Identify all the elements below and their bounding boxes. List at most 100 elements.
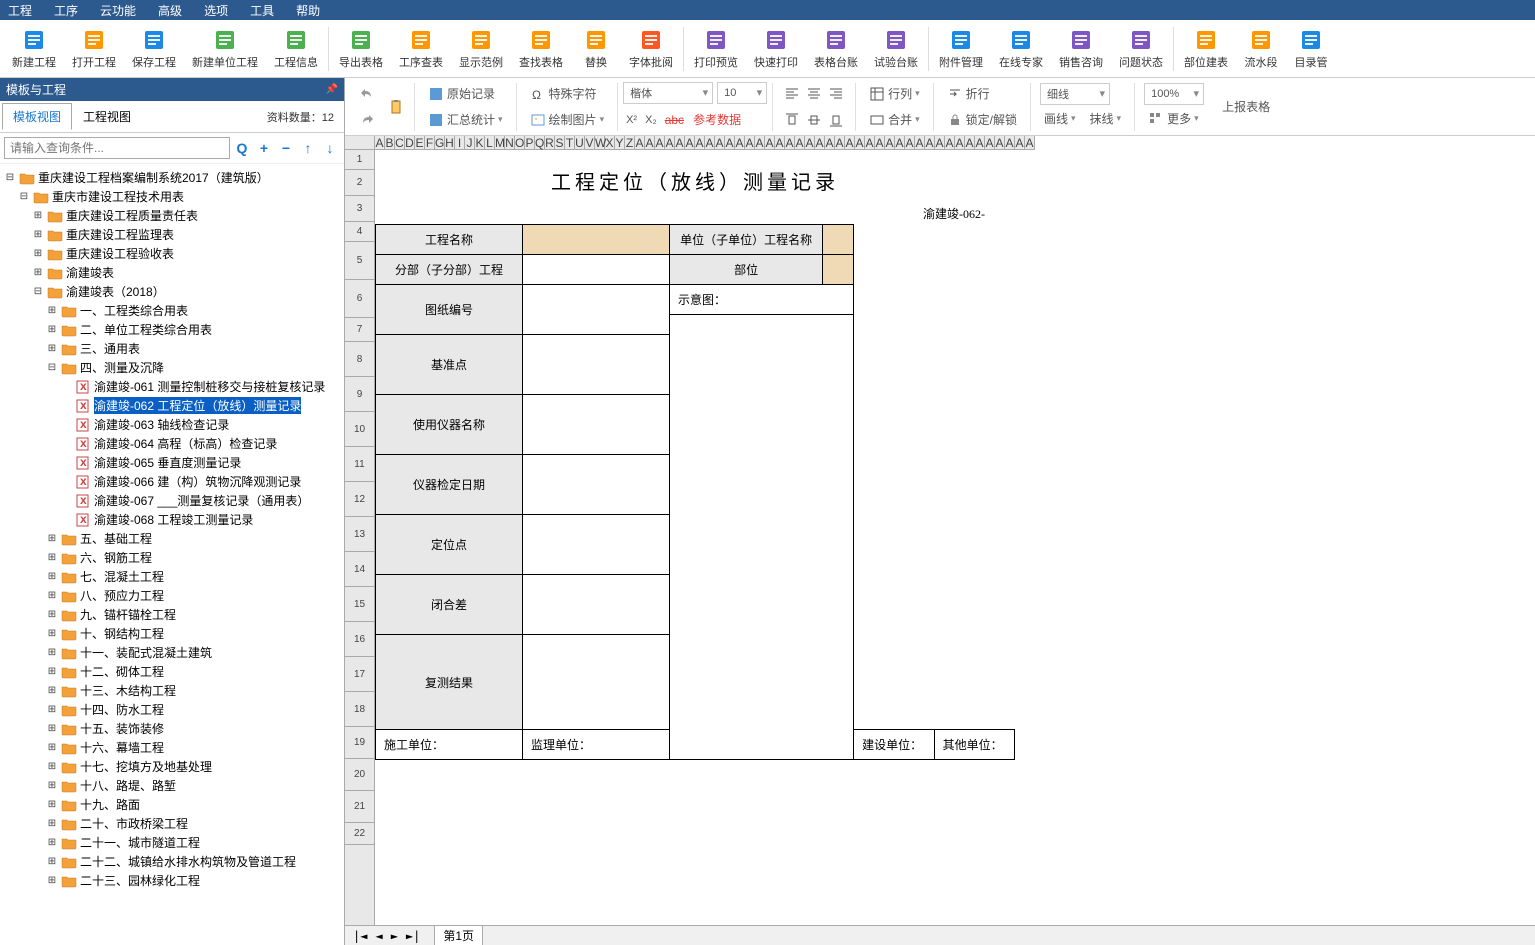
cell-datum[interactable]: 基准点	[376, 335, 523, 395]
export-table-button[interactable]: 导出表格	[331, 24, 391, 74]
dir-manage-button[interactable]: 目录管	[1286, 24, 1336, 74]
cell-retest-val[interactable]	[522, 635, 853, 730]
tree-c4[interactable]: ⊟四、测量及沉降	[0, 358, 344, 377]
tab-template[interactable]: 模板视图	[2, 103, 72, 130]
zoom-select[interactable]: 100%	[1144, 83, 1204, 105]
align-right-icon[interactable]	[826, 82, 846, 106]
tree-n1-5[interactable]: ⊟渝建竣表（2018）	[0, 282, 344, 301]
tree-l64[interactable]: x渝建竣-064 高程（标高）检查记录	[0, 434, 344, 453]
cell-project-name[interactable]: 工程名称	[376, 225, 523, 255]
menu-project[interactable]: 工程	[8, 2, 32, 19]
tree-c3[interactable]: ⊞三、通用表	[0, 339, 344, 358]
down-icon[interactable]: ↓	[320, 138, 340, 158]
row-col-button[interactable]: 行列▾	[865, 82, 924, 106]
sales-button[interactable]: 销售咨询	[1051, 24, 1111, 74]
table-ledger-button[interactable]: 表格台账	[806, 24, 866, 74]
tree-c11[interactable]: ⊞十一、装配式混凝土建筑	[0, 643, 344, 662]
cell-instrument[interactable]: 使用仪器名称	[376, 395, 523, 455]
tree-c16[interactable]: ⊞十六、幕墙工程	[0, 738, 344, 757]
special-char-button[interactable]: Ω特殊字符	[526, 82, 609, 106]
up-icon[interactable]: ↑	[298, 138, 318, 158]
cell-position[interactable]: 部位	[669, 255, 822, 285]
cell-construction-unit[interactable]: 施工单位：	[376, 730, 523, 760]
menu-cloud[interactable]: 云功能	[100, 2, 136, 19]
tree-c15[interactable]: ⊞十五、装饰装修	[0, 719, 344, 738]
tree-n1-2[interactable]: ⊞重庆建设工程监理表	[0, 225, 344, 244]
tree-root[interactable]: ⊟重庆建设工程档案编制系统2017（建筑版）	[0, 168, 344, 187]
next-page-icon[interactable]: ►	[387, 929, 402, 943]
tree-l63[interactable]: x渝建竣-063 轴线检查记录	[0, 415, 344, 434]
tree-c13[interactable]: ⊞十三、木结构工程	[0, 681, 344, 700]
tree-c19[interactable]: ⊞十九、路面	[0, 795, 344, 814]
cell-supervision-unit[interactable]: 监理单位：	[522, 730, 669, 760]
cell-drawing-no-val[interactable]	[522, 285, 669, 335]
cell-closure-val[interactable]	[522, 575, 669, 635]
menu-process[interactable]: 工序	[54, 2, 78, 19]
cell-other-unit[interactable]: 其他单位：	[934, 730, 1014, 760]
replace-button[interactable]: 替换	[571, 24, 621, 74]
test-ledger-button[interactable]: 试验台账	[866, 24, 926, 74]
part-build-button[interactable]: 部位建表	[1176, 24, 1236, 74]
cell-build-unit[interactable]: 建设单位：	[854, 730, 934, 760]
valign-bot-icon[interactable]	[826, 108, 846, 132]
draw-image-button[interactable]: 绘制图片▾	[526, 108, 609, 132]
lock-button[interactable]: 锁定/解锁	[943, 108, 1021, 132]
strikethrough-icon[interactable]: abc	[662, 108, 687, 132]
pin-icon[interactable]: 📌	[326, 84, 338, 95]
find-table-button[interactable]: 查找表格	[511, 24, 571, 74]
tree-c20[interactable]: ⊞二十、市政桥梁工程	[0, 814, 344, 833]
cell-fixed-point[interactable]: 定位点	[376, 515, 523, 575]
attachment-button[interactable]: 附件管理	[931, 24, 991, 74]
sheet-content[interactable]: 工程定位（放线）测量记录 渝建竣-062- 工程名称单位（子单位）工程名称 分部…	[375, 150, 1535, 925]
tree-c23[interactable]: ⊞二十三、园林绿化工程	[0, 871, 344, 890]
tree-c9[interactable]: ⊞九、锚杆锚栓工程	[0, 605, 344, 624]
cell-section[interactable]: 分部（子分部）工程	[376, 255, 523, 285]
size-select[interactable]: 10	[717, 82, 767, 104]
report-button[interactable]: 上报表格	[1218, 95, 1274, 119]
prev-page-icon[interactable]: ◄	[371, 929, 386, 943]
cell-section-val[interactable]	[522, 255, 669, 285]
quick-print-button[interactable]: 快速打印	[746, 24, 806, 74]
issue-status-button[interactable]: 问题状态	[1111, 24, 1171, 74]
summary-button[interactable]: 汇总统计▾	[424, 108, 507, 132]
print-preview-button[interactable]: 打印预览	[686, 24, 746, 74]
cell-unit-name[interactable]: 单位（子单位）工程名称	[669, 225, 822, 255]
tree-c10[interactable]: ⊞十、钢结构工程	[0, 624, 344, 643]
tree-c6[interactable]: ⊞六、钢筋工程	[0, 548, 344, 567]
cell-fixed-point-val[interactable]	[522, 515, 669, 575]
project-info-button[interactable]: 工程信息	[266, 24, 326, 74]
save-project-button[interactable]: 保存工程	[124, 24, 184, 74]
new-unit-button[interactable]: 新建单位工程	[184, 24, 266, 74]
tree-c21[interactable]: ⊞二十一、城市隧道工程	[0, 833, 344, 852]
tree-c12[interactable]: ⊞十二、砌体工程	[0, 662, 344, 681]
tree-c1[interactable]: ⊞一、工程类综合用表	[0, 301, 344, 320]
tree-l61[interactable]: x渝建竣-061 测量控制桩移交与接桩复核记录	[0, 377, 344, 396]
tree-l62[interactable]: x渝建竣-062 工程定位（放线）测量记录	[0, 396, 344, 415]
superscript-icon[interactable]: X²	[623, 108, 640, 132]
tree-n1-1[interactable]: ⊞重庆建设工程质量责任表	[0, 206, 344, 225]
tree-c22[interactable]: ⊞二十二、城镇给水排水构筑物及管道工程	[0, 852, 344, 871]
add-icon[interactable]: +	[254, 138, 274, 158]
draw-line-button[interactable]: 画线▾	[1040, 107, 1080, 131]
cell-unit-name-val[interactable]	[823, 225, 854, 255]
tree-l68[interactable]: x渝建竣-068 工程竣工测量记录	[0, 510, 344, 529]
search-icon[interactable]: Q	[232, 138, 252, 158]
erase-line-button[interactable]: 抹线▾	[1086, 107, 1126, 131]
cell-calib-date-val[interactable]	[522, 455, 669, 515]
subscript-icon[interactable]: X₂	[642, 108, 660, 132]
tree-n1-3[interactable]: ⊞重庆建设工程验收表	[0, 244, 344, 263]
align-left-icon[interactable]	[782, 82, 802, 106]
open-project-button[interactable]: 打开工程	[64, 24, 124, 74]
tree-c8[interactable]: ⊞八、预应力工程	[0, 586, 344, 605]
tree-l66[interactable]: x渝建竣-066 建（构）筑物沉降观测记录	[0, 472, 344, 491]
pipeline-button[interactable]: 流水段	[1236, 24, 1286, 74]
tree-c5[interactable]: ⊞五、基础工程	[0, 529, 344, 548]
tree-c14[interactable]: ⊞十四、防水工程	[0, 700, 344, 719]
tree-n1-4[interactable]: ⊞渝建竣表	[0, 263, 344, 282]
cell-calib-date[interactable]: 仪器检定日期	[376, 455, 523, 515]
new-project-button[interactable]: 新建工程	[4, 24, 64, 74]
valign-top-icon[interactable]	[782, 108, 802, 132]
tree-c18[interactable]: ⊞十八、路堤、路堑	[0, 776, 344, 795]
menu-options[interactable]: 选项	[204, 2, 228, 19]
paste-icon[interactable]	[385, 95, 409, 119]
